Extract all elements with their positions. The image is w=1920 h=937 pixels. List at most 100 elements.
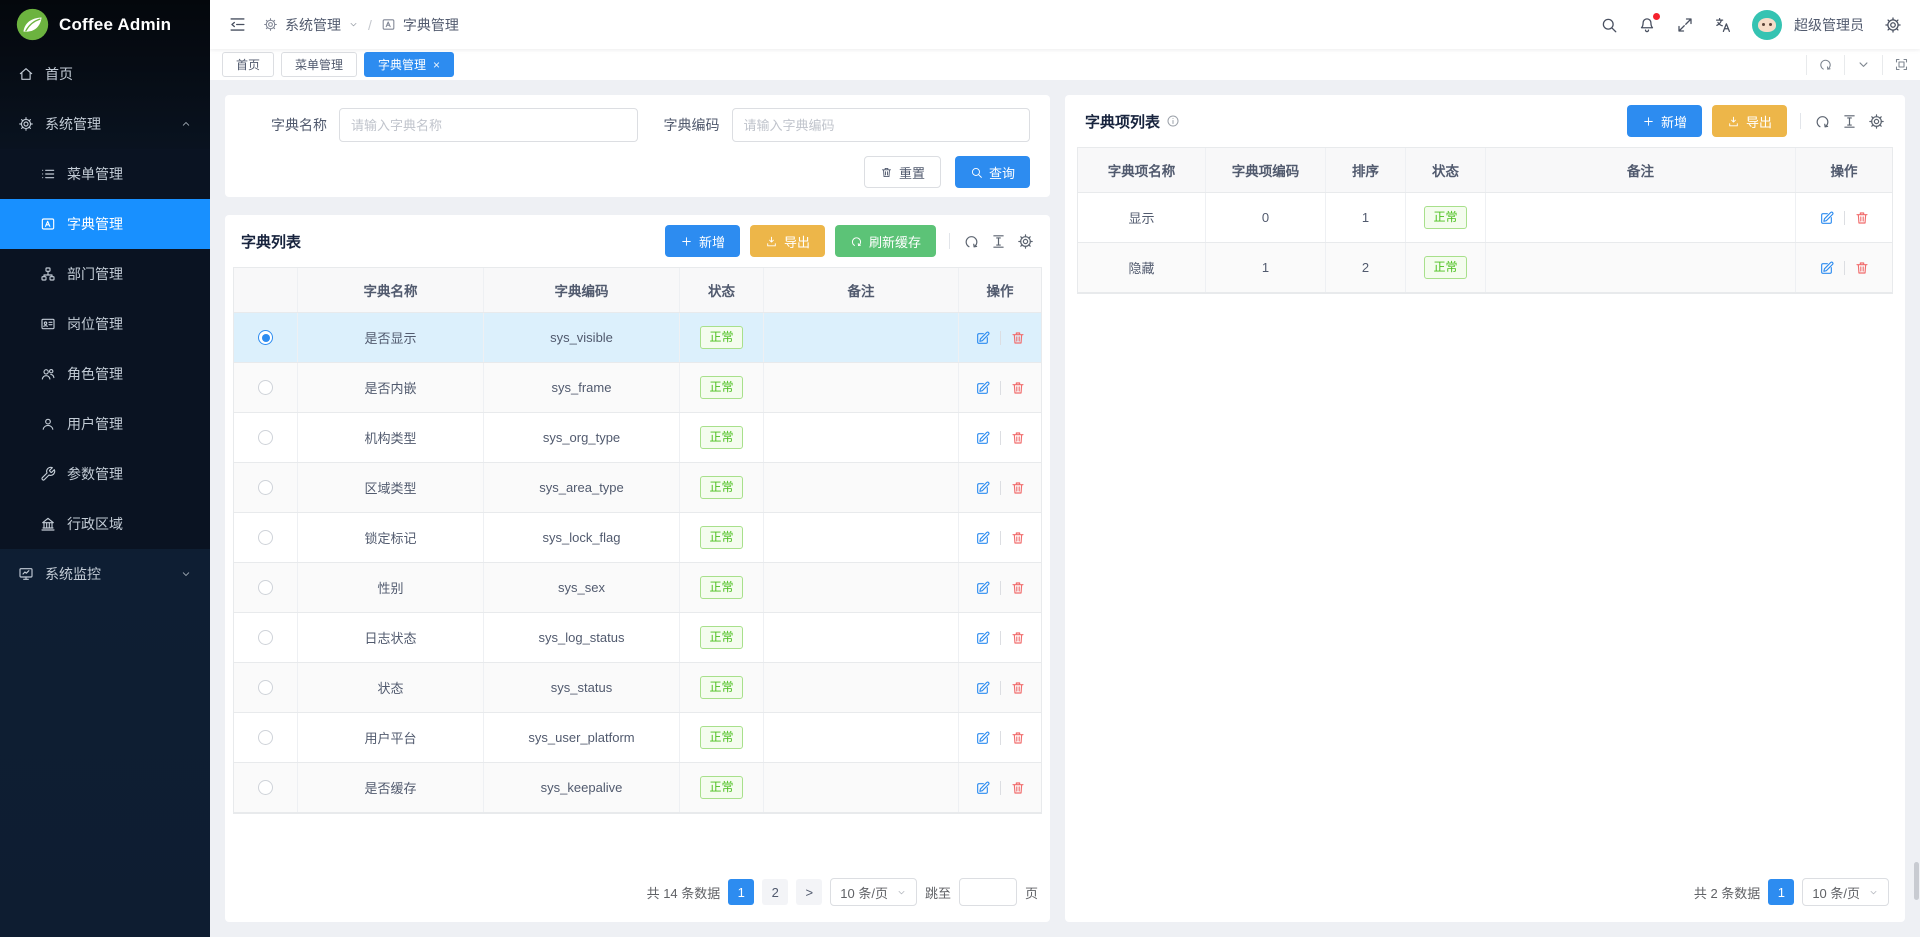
- delete-icon[interactable]: [1854, 260, 1870, 276]
- refresh-table-icon[interactable]: [1814, 113, 1831, 130]
- table-row[interactable]: 日志状态 sys_log_status 正常: [234, 613, 1041, 663]
- edit-icon[interactable]: [975, 480, 991, 496]
- delete-icon[interactable]: [1010, 530, 1026, 546]
- edit-icon[interactable]: [975, 580, 991, 596]
- export-button[interactable]: 导出: [750, 225, 825, 257]
- row-radio[interactable]: [258, 430, 273, 445]
- refresh-tab-icon[interactable]: [1806, 55, 1844, 75]
- column-settings-icon[interactable]: [1868, 113, 1885, 130]
- sidebar-item[interactable]: 行政区域: [0, 499, 210, 549]
- table-row[interactable]: 用户平台 sys_user_platform 正常: [234, 713, 1041, 763]
- delete-icon[interactable]: [1010, 680, 1026, 696]
- dict-code-input[interactable]: [732, 108, 1031, 142]
- page-button-1[interactable]: 1: [728, 879, 754, 905]
- edit-icon[interactable]: [975, 530, 991, 546]
- sidebar-item[interactable]: 角色管理: [0, 349, 210, 399]
- delete-icon[interactable]: [1010, 580, 1026, 596]
- collapse-menu-icon[interactable]: [228, 15, 247, 34]
- row-radio[interactable]: [258, 480, 273, 495]
- row-radio[interactable]: [258, 380, 273, 395]
- sidebar-item[interactable]: 首页: [0, 49, 210, 99]
- delete-icon[interactable]: [1010, 430, 1026, 446]
- delete-icon[interactable]: [1010, 780, 1026, 796]
- sidebar-item[interactable]: 字典管理: [0, 199, 210, 249]
- dict-name-input[interactable]: [339, 108, 638, 142]
- tab-menu-mgmt[interactable]: 菜单管理: [281, 52, 357, 77]
- delete-icon[interactable]: [1010, 480, 1026, 496]
- table-row[interactable]: 隐藏 1 2 正常: [1078, 243, 1892, 293]
- table-row[interactable]: 状态 sys_status 正常: [234, 663, 1041, 713]
- maximize-icon[interactable]: [1882, 55, 1920, 75]
- edit-icon[interactable]: [975, 730, 991, 746]
- table-row[interactable]: 区域类型 sys_area_type 正常: [234, 463, 1041, 513]
- row-radio[interactable]: [258, 580, 273, 595]
- sidebar-item[interactable]: 系统监控: [0, 549, 210, 599]
- row-height-icon[interactable]: [990, 233, 1007, 250]
- export-item-button[interactable]: 导出: [1712, 105, 1787, 137]
- row-height-icon[interactable]: [1841, 113, 1858, 130]
- remark-cell: [764, 413, 959, 462]
- scrollbar[interactable]: [1914, 862, 1919, 900]
- row-radio[interactable]: [258, 680, 273, 695]
- add-button[interactable]: 新增: [665, 225, 740, 257]
- sidebar-item[interactable]: 部门管理: [0, 249, 210, 299]
- table-row[interactable]: 锁定标记 sys_lock_flag 正常: [234, 513, 1041, 563]
- close-icon[interactable]: ×: [433, 59, 440, 71]
- edit-icon[interactable]: [975, 630, 991, 646]
- row-radio[interactable]: [258, 530, 273, 545]
- edit-icon[interactable]: [1819, 210, 1835, 226]
- table-row[interactable]: 是否显示 sys_visible 正常: [234, 313, 1041, 363]
- translate-icon[interactable]: [1714, 16, 1732, 34]
- search-icon[interactable]: [1600, 16, 1618, 34]
- sidebar-item[interactable]: 参数管理: [0, 449, 210, 499]
- row-radio[interactable]: [258, 630, 273, 645]
- page-button-1[interactable]: 1: [1768, 879, 1794, 905]
- breadcrumb-section[interactable]: 系统管理: [285, 15, 341, 35]
- edit-icon[interactable]: [1819, 260, 1835, 276]
- radio-cell: [234, 713, 298, 762]
- page-button-2[interactable]: 2: [762, 879, 788, 905]
- edit-icon[interactable]: [975, 430, 991, 446]
- table-row[interactable]: 机构类型 sys_org_type 正常: [234, 413, 1041, 463]
- delete-icon[interactable]: [1010, 380, 1026, 396]
- page-size-select[interactable]: 10 条/页: [830, 878, 917, 906]
- user-name[interactable]: 超级管理员: [1794, 15, 1864, 35]
- delete-icon[interactable]: [1010, 630, 1026, 646]
- row-radio[interactable]: [258, 730, 273, 745]
- row-radio[interactable]: [258, 330, 273, 345]
- info-icon[interactable]: [1166, 114, 1180, 128]
- table-row[interactable]: 显示 0 1 正常: [1078, 193, 1892, 243]
- add-item-button[interactable]: 新增: [1627, 105, 1702, 137]
- sidebar-item[interactable]: 系统管理: [0, 99, 210, 149]
- sidebar-item[interactable]: 菜单管理: [0, 149, 210, 199]
- query-button[interactable]: 查询: [955, 156, 1030, 188]
- delete-icon[interactable]: [1010, 330, 1026, 346]
- refresh-cache-button[interactable]: 刷新缓存: [835, 225, 936, 257]
- notifications-button[interactable]: [1638, 16, 1656, 34]
- edit-icon[interactable]: [975, 380, 991, 396]
- tab-home[interactable]: 首页: [222, 52, 274, 77]
- notification-dot: [1653, 13, 1660, 20]
- page-size-select[interactable]: 10 条/页: [1802, 878, 1889, 906]
- jump-page-input[interactable]: [959, 878, 1017, 906]
- table-row[interactable]: 性别 sys_sex 正常: [234, 563, 1041, 613]
- tab-dict-mgmt[interactable]: 字典管理 ×: [364, 52, 454, 77]
- edit-icon[interactable]: [975, 680, 991, 696]
- avatar[interactable]: [1752, 10, 1782, 40]
- settings-gear-icon[interactable]: [1884, 16, 1902, 34]
- sidebar-item[interactable]: 用户管理: [0, 399, 210, 449]
- edit-icon[interactable]: [975, 330, 991, 346]
- edit-icon[interactable]: [975, 780, 991, 796]
- delete-icon[interactable]: [1010, 730, 1026, 746]
- next-page-button[interactable]: >: [796, 879, 822, 905]
- table-row[interactable]: 是否缓存 sys_keepalive 正常: [234, 763, 1041, 813]
- column-settings-icon[interactable]: [1017, 233, 1034, 250]
- chevron-down-icon[interactable]: [1844, 55, 1882, 75]
- row-radio[interactable]: [258, 780, 273, 795]
- reset-button[interactable]: 重置: [864, 156, 941, 188]
- refresh-table-icon[interactable]: [963, 233, 980, 250]
- table-row[interactable]: 是否内嵌 sys_frame 正常: [234, 363, 1041, 413]
- sidebar-item[interactable]: 岗位管理: [0, 299, 210, 349]
- delete-icon[interactable]: [1854, 210, 1870, 226]
- fullscreen-icon[interactable]: [1676, 16, 1694, 34]
